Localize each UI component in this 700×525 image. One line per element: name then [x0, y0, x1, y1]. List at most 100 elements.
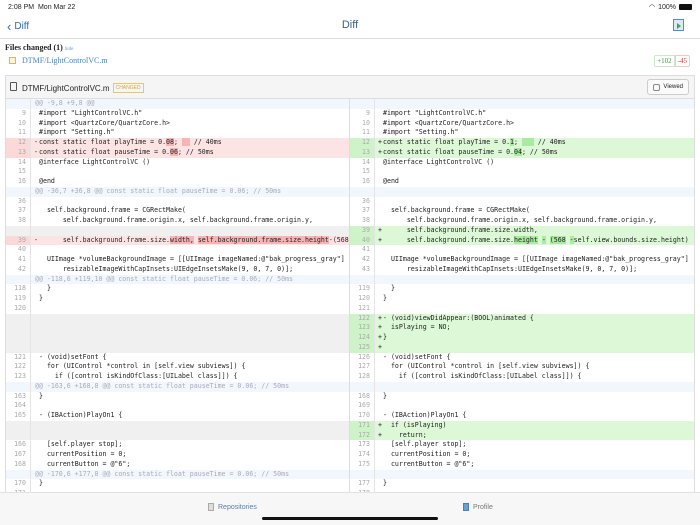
line-number: 40: [6, 245, 31, 255]
diff-sign: [375, 255, 383, 265]
diff-row: 170 } 177 }: [6, 479, 694, 489]
repositories-icon: [208, 503, 214, 511]
diff-row: 122 + - (void)viewDidAppear:(BOOL)animated…: [6, 313, 694, 324]
diff-sign: [375, 440, 383, 450]
diff-left: [6, 430, 349, 441]
diff-left: 167 currentPosition = 0;: [6, 450, 349, 460]
code-line: }: [39, 479, 43, 488]
diff-left: 121 - (void)setFont {: [6, 352, 349, 363]
diff-left: 165 - (IBAction)PlayOn1 {: [6, 411, 349, 421]
diff-row: 42 resizableImageWithCapInsets:UIEdgeIns…: [6, 264, 694, 275]
changed-token: [521, 138, 534, 146]
file-link[interactable]: DTMF/LightControlVC.m: [9, 56, 108, 65]
line-number: [6, 186, 31, 197]
diff-row: 168 currentButton = @"6"; 175 currentButt…: [6, 459, 694, 470]
diff-right: 169: [349, 401, 694, 411]
diff-left: [6, 342, 349, 353]
line-number: [6, 225, 31, 236]
diff-sign: [375, 167, 383, 177]
diff-sign: [375, 119, 383, 129]
diff-sign: [31, 265, 39, 275]
code-line: if ([control isKindOfClass:[UILabel clas…: [383, 372, 582, 380]
line-number: 12: [350, 138, 375, 148]
diff-row: 123 + isPlaying = NO;: [6, 323, 694, 333]
line-number: 15: [350, 167, 375, 177]
wifi-icon: ◠: [648, 4, 656, 11]
diff-right: 128 if ([control isKindOfClass:[UILabel …: [349, 372, 694, 382]
diff-sign: +: [378, 342, 382, 351]
line-number: 14: [6, 157, 31, 168]
diff-right: 168 }: [349, 391, 694, 402]
diff-left: 166 [self.player stop];: [6, 440, 349, 450]
code-line: self.background.frame.origin.x, self.bac…: [39, 216, 313, 224]
line-number: 167: [6, 450, 31, 460]
diff-row: 164 169: [6, 401, 694, 411]
changed-token: [181, 138, 190, 146]
viewed-checkbox[interactable]: Viewed: [647, 79, 689, 95]
diff-left: 41 UIImage *volumeBackgroundImage = [[UI…: [6, 255, 349, 265]
diff-left: 120: [6, 303, 349, 314]
diff-left: 163 }: [6, 391, 349, 402]
code-line: }: [383, 284, 395, 293]
code-line: }: [39, 284, 51, 293]
diff-sign: -: [34, 138, 38, 146]
hunk-right: [349, 186, 694, 197]
code-line: - (IBAction)PlayOn1 {: [383, 411, 467, 419]
diff-row: 39- self.background.frame.size.width, se…: [6, 235, 694, 246]
open-file-icon[interactable]: [673, 19, 684, 31]
diff-right: 171 + if (isPlaying): [349, 420, 694, 431]
file-diff-card: DTMF/LightControlVC.m CHANGED Viewed @@ -…: [5, 75, 695, 495]
split-diff: @@ -9,8 +9,8 @@ 9 #import "LightControlVC…: [6, 99, 694, 494]
line-number: 10: [350, 118, 375, 129]
diff-sign: [31, 479, 39, 489]
code-line: return;: [383, 430, 427, 439]
code-line: }: [39, 391, 43, 400]
line-number: 123: [6, 372, 31, 382]
file-diff-header: DTMF/LightControlVC.m CHANGED Viewed: [6, 76, 694, 99]
line-number: 174: [350, 450, 375, 460]
line-number: [6, 430, 31, 441]
line-number: 169: [350, 401, 375, 411]
diff-sign: +: [378, 225, 382, 234]
diff-sign: [375, 284, 383, 294]
hide-link[interactable]: hide: [65, 47, 74, 52]
line-number: 173: [350, 440, 375, 450]
code-line: @end: [383, 177, 399, 185]
code-line: #import "Setting.h": [383, 128, 459, 137]
diff-left: 9 #import "LightControlVC.h": [6, 108, 349, 119]
tab-profile[interactable]: Profile: [463, 503, 493, 511]
diff-sign: [375, 216, 383, 226]
diff-sign: [375, 206, 383, 216]
diff-right: 126 - (void)setFont {: [349, 352, 694, 363]
diff-right: 120 }: [349, 294, 694, 304]
line-number: 14: [350, 157, 375, 168]
diff-left: [6, 225, 349, 236]
diff-right: 125 +: [349, 342, 694, 353]
code-line: self.background.frame.origin.x, self.bac…: [383, 216, 657, 224]
code-line: self.background.frame.size.width,: [383, 225, 538, 234]
code-line: currentButton = @"6";: [383, 459, 475, 468]
diff-left: 13- const static float pauseTime = 0.06; …: [6, 147, 349, 158]
diff-sign: +: [378, 420, 382, 429]
line-number: [6, 469, 31, 480]
code-line: @interface LightControlVC (): [39, 157, 151, 166]
code-line: for (UIControl *control in [self.view su…: [383, 362, 590, 371]
diff-sign: [375, 197, 383, 207]
tab-repositories[interactable]: Repositories: [208, 503, 257, 511]
diff-row: 37 self.background.frame = CGRectMake(37…: [6, 206, 694, 216]
diff-left: 118 }: [6, 284, 349, 294]
line-number: 165: [6, 411, 31, 421]
diff-left: [6, 313, 349, 324]
file-changed-icon: [9, 57, 16, 64]
diff-sign: -: [34, 235, 38, 244]
diff-sign: +: [378, 430, 382, 439]
diff-row: 40 41: [6, 245, 694, 255]
diff-sign: [31, 177, 39, 187]
line-number: 166: [6, 440, 31, 450]
diff-left: 168 currentButton = @"6";: [6, 459, 349, 470]
diff-left: 37 self.background.frame = CGRectMake(: [6, 206, 349, 216]
line-number: 38: [6, 216, 31, 226]
diff-row: 122 for (UIControl *control in [self.vie…: [6, 362, 694, 372]
home-indicator: [262, 517, 438, 520]
line-number: 12: [6, 138, 31, 148]
